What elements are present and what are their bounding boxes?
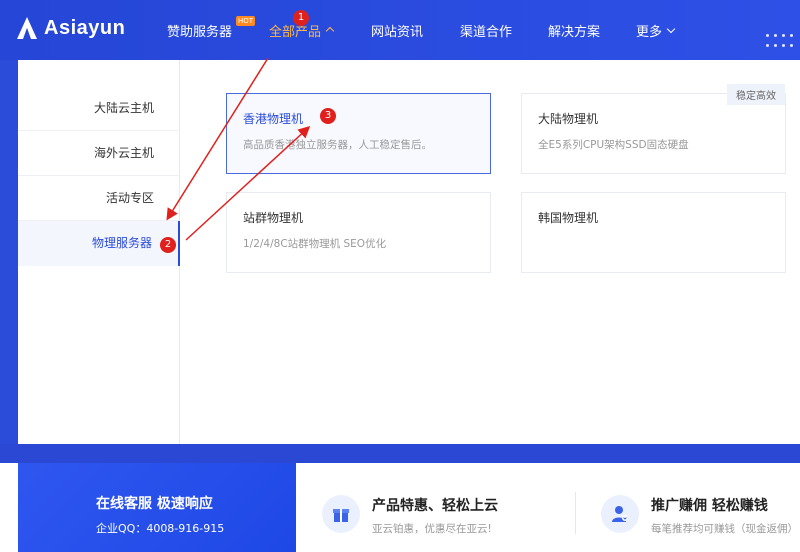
gift-icon	[322, 495, 360, 533]
annotation-badge-3: 3	[320, 108, 336, 124]
sidebar-item-mainland-cloud[interactable]: 大陆云主机	[18, 86, 180, 131]
category-sidebar: 大陆云主机 海外云主机 活动专区 物理服务器	[18, 60, 180, 444]
product-title: 韩国物理机	[538, 211, 599, 225]
product-card-mainland[interactable]: 稳定高效 大陆物理机 全E5系列CPU架构SSD固态硬盘	[521, 84, 786, 174]
top-navbar: Asiayun 赞助服务器 HOT 全部产品 网站资讯 渠道合作 解决方案 更多	[0, 0, 800, 60]
stable-tag: 稳定高效	[727, 84, 785, 105]
promo-subtitle: 每笔推荐均可赚钱（现金返佣）	[651, 523, 798, 535]
chevron-up-icon	[325, 26, 335, 36]
nav-sponsor-servers[interactable]: 赞助服务器	[167, 21, 232, 40]
brand-name: Asiayun	[44, 16, 126, 39]
chevron-down-icon	[666, 24, 676, 34]
products-dropdown-panel: 大陆云主机 海外云主机 活动专区 物理服务器 香港物理机 高品质香港独立服务器，…	[18, 60, 800, 444]
section-divider-stripe	[0, 444, 800, 463]
user-heart-icon	[601, 495, 639, 533]
promo-title: 推广赚佣 轻松赚钱	[651, 498, 768, 514]
service-qq: 企业QQ：4008-916-915	[96, 522, 225, 535]
promo-subtitle: 亚云铂惠，优惠尽在亚云!	[372, 523, 492, 535]
brand-logo[interactable]: Asiayun	[16, 16, 125, 40]
annotation-badge-1: 1	[293, 10, 309, 26]
nav-channel-partners[interactable]: 渠道合作	[460, 21, 512, 40]
sidebar-item-overseas-cloud[interactable]: 海外云主机	[18, 131, 180, 176]
logo-icon	[17, 17, 37, 39]
product-title: 香港物理机	[243, 112, 304, 126]
product-card-korea[interactable]: 韩国物理机	[521, 192, 786, 273]
nav-more[interactable]: 更多	[636, 21, 676, 40]
promo-divider	[575, 492, 576, 534]
nav-solutions[interactable]: 解决方案	[548, 21, 600, 40]
annotation-badge-2: 2	[160, 237, 176, 253]
page-background-edge	[0, 60, 18, 444]
product-title: 站群物理机	[243, 211, 304, 225]
product-title: 大陆物理机	[538, 112, 599, 126]
product-desc: 1/2/4/8C站群物理机 SEO优化	[243, 238, 387, 250]
service-title: 在线客服 极速响应	[96, 496, 213, 512]
sidebar-item-promotions[interactable]: 活动专区	[18, 176, 180, 221]
product-desc: 全E5系列CPU架构SSD固态硬盘	[538, 139, 689, 151]
product-card-hongkong[interactable]: 香港物理机 高品质香港独立服务器，人工稳定售后。	[226, 93, 491, 174]
product-card-station-group[interactable]: 站群物理机 1/2/4/8C站群物理机 SEO优化	[226, 192, 491, 273]
online-service-box[interactable]: 在线客服 极速响应 企业QQ：4008-916-915	[18, 463, 296, 552]
promo-products[interactable]: 产品特惠、轻松上云 亚云铂惠，优惠尽在亚云!	[322, 495, 498, 536]
nav-website-news[interactable]: 网站资讯	[371, 21, 423, 40]
hot-badge: HOT	[236, 16, 256, 26]
nav-more-label: 更多	[636, 25, 663, 40]
promo-title: 产品特惠、轻松上云	[372, 498, 498, 514]
promo-referral[interactable]: 推广赚佣 轻松赚钱 每笔推荐均可赚钱（现金返佣）	[601, 495, 798, 536]
nav-all-products-label: 全部产品	[269, 25, 322, 40]
decorative-dots-icon	[766, 32, 794, 56]
sidebar-item-physical-servers[interactable]: 物理服务器	[18, 221, 180, 266]
product-desc: 高品质香港独立服务器，人工稳定售后。	[243, 139, 432, 151]
